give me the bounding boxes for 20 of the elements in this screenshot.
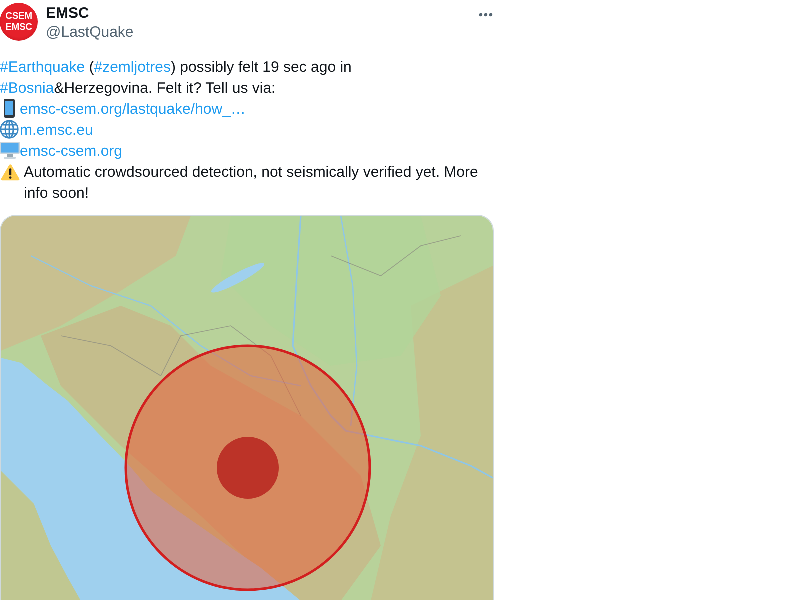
url-link[interactable]: emsc-csem.org/lastquake/how_…	[20, 101, 246, 118]
more-icon[interactable]	[479, 13, 493, 17]
logo-text: EMSC	[6, 22, 32, 33]
warning-icon	[1, 164, 20, 181]
lake-area	[211, 263, 265, 293]
tweet-text: #Earthquake (#zemljotres) possibly felt 19 sec ago in #Bosnia&Herzegovina. Felt it? Tell us via:	[0, 58, 353, 99]
computer-icon	[0, 142, 20, 159]
author-name[interactable]: EMSC	[46, 5, 90, 23]
avatar-logo[interactable]: CSEM EMSC	[0, 3, 38, 41]
logo-text: CSEM	[6, 11, 32, 22]
tweet-text: Automatic crowdsourced detection, not seismically verified yet. More info soon!	[24, 163, 480, 204]
hashtag-link[interactable]: #Earthquake	[0, 59, 86, 76]
phone-icon	[4, 99, 15, 118]
hashtag-link[interactable]: #Bosnia	[0, 80, 54, 97]
url-link[interactable]: m.emsc.eu	[20, 122, 94, 139]
globe-icon	[0, 120, 19, 139]
hashtag-link[interactable]: #zemljotres	[94, 59, 171, 76]
epicenter-circle	[217, 437, 279, 499]
url-link[interactable]: emsc-csem.org	[20, 143, 123, 160]
author-handle[interactable]: @LastQuake	[46, 23, 134, 43]
